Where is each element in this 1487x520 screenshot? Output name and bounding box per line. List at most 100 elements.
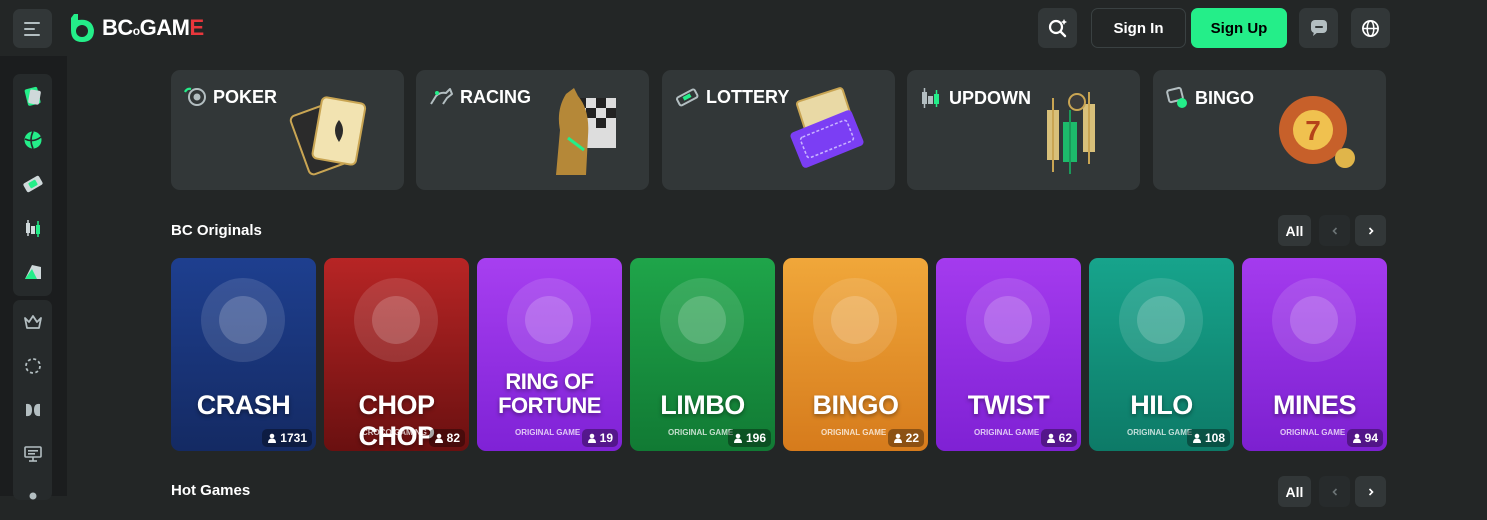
user-icon bbox=[268, 433, 277, 443]
player-count: 82 bbox=[446, 431, 460, 445]
game-art-icon bbox=[354, 278, 438, 362]
logo-text: BCoGAME bbox=[102, 15, 204, 40]
bingo-ball-art-icon: 7 bbox=[1279, 96, 1355, 168]
promo-icon bbox=[24, 265, 41, 279]
game-title: LIMBO bbox=[660, 390, 745, 420]
player-count: 108 bbox=[1204, 431, 1225, 445]
sidebar-misc-group bbox=[13, 300, 52, 500]
svg-text:7: 7 bbox=[1305, 115, 1321, 146]
category-racing[interactable]: RACING bbox=[416, 70, 649, 190]
player-count-badge: 62 bbox=[1040, 429, 1077, 447]
crown-icon bbox=[23, 315, 42, 329]
category-poker[interactable]: POKER bbox=[171, 70, 404, 190]
game-subtitle: ORIGINAL GAME bbox=[1127, 428, 1193, 437]
game-card-crash[interactable]: CRASH 1731 bbox=[171, 258, 316, 451]
bingo-icon bbox=[1166, 86, 1187, 108]
user-icon bbox=[434, 433, 443, 443]
game-title: BINGO bbox=[812, 390, 899, 420]
game-art-icon bbox=[1119, 278, 1203, 362]
section-title-hot-games: Hot Games bbox=[171, 482, 251, 499]
originals-all-button[interactable]: All bbox=[1278, 215, 1311, 246]
wheel-icon bbox=[24, 358, 41, 374]
category-bingo-label: BINGO bbox=[1165, 86, 1254, 110]
category-updown-label: UPDOWN bbox=[919, 86, 1031, 110]
language-button[interactable] bbox=[1351, 8, 1390, 48]
candlestick-icon bbox=[922, 88, 939, 108]
sidebar-item-casino[interactable] bbox=[13, 74, 52, 118]
game-card-ring-of-fortune[interactable]: RING OF FORTUNE ORIGINAL GAME 19 bbox=[477, 258, 622, 451]
user-icon bbox=[29, 492, 36, 500]
sidebar bbox=[0, 56, 67, 500]
category-label-text: RACING bbox=[460, 86, 531, 107]
category-poker-label: POKER bbox=[183, 86, 277, 108]
hot-games-prev-button[interactable] bbox=[1319, 476, 1350, 507]
game-title: RING OF FORTUNE bbox=[498, 369, 601, 418]
game-subtitle: ORIGINAL GAME bbox=[1280, 428, 1346, 437]
sign-up-button[interactable]: Sign Up bbox=[1191, 8, 1287, 48]
category-bingo[interactable]: BINGO 7 bbox=[1153, 70, 1386, 190]
chat-button[interactable] bbox=[1299, 8, 1338, 48]
sidebar-games-group bbox=[13, 74, 52, 296]
sidebar-item-more[interactable] bbox=[13, 476, 52, 520]
sidebar-item-vip[interactable] bbox=[13, 300, 52, 344]
chevron-right-icon bbox=[1368, 487, 1374, 496]
menu-toggle-button[interactable] bbox=[13, 9, 52, 48]
game-subtitle: ORIGINAL GAME bbox=[515, 428, 581, 437]
top-header: BCoGAME Sign In Sign Up bbox=[0, 0, 1487, 56]
monitor-icon bbox=[23, 446, 42, 462]
game-art-icon bbox=[966, 278, 1050, 362]
lottery-icon bbox=[22, 175, 43, 193]
game-art-icon bbox=[813, 278, 897, 362]
search-button[interactable] bbox=[1038, 8, 1077, 48]
candlestick-art-icon bbox=[1047, 92, 1095, 174]
sidebar-item-promotions[interactable] bbox=[13, 250, 52, 294]
brand-logo[interactable]: BCoGAME bbox=[68, 12, 204, 44]
sidebar-item-affiliate[interactable] bbox=[13, 388, 52, 432]
game-card-mines[interactable]: MINES ORIGINAL GAME 94 bbox=[1242, 258, 1387, 451]
game-card-bingo[interactable]: BINGO ORIGINAL GAME 22 bbox=[783, 258, 928, 451]
game-subtitle: ORIGINAL GAME bbox=[668, 428, 734, 437]
hot-games-next-button[interactable] bbox=[1355, 476, 1386, 507]
sidebar-item-updown[interactable] bbox=[13, 206, 52, 250]
user-icon bbox=[1046, 433, 1055, 443]
originals-prev-button[interactable] bbox=[1319, 215, 1350, 246]
game-card-chop-chop[interactable]: CHOP CHOP CROCO GAMING 82 bbox=[324, 258, 469, 451]
sidebar-item-lottery[interactable] bbox=[13, 162, 52, 206]
game-title: CRASH bbox=[196, 390, 291, 420]
section-title-originals: BC Originals bbox=[171, 222, 262, 239]
originals-next-button[interactable] bbox=[1355, 215, 1386, 246]
horse-icon bbox=[430, 88, 453, 105]
player-count: 196 bbox=[745, 431, 766, 445]
game-card-limbo[interactable]: LIMBO ORIGINAL GAME 196 bbox=[630, 258, 775, 451]
game-title: TWIST bbox=[967, 390, 1050, 420]
category-label-text: BINGO bbox=[1195, 87, 1255, 108]
player-count: 94 bbox=[1364, 431, 1378, 445]
logo-mark-icon bbox=[71, 14, 94, 42]
player-count-badge: 1731 bbox=[262, 429, 312, 447]
category-updown[interactable]: UPDOWN bbox=[907, 70, 1140, 190]
user-icon bbox=[587, 433, 596, 443]
player-count-badge: 94 bbox=[1346, 429, 1383, 447]
search-icon bbox=[1048, 19, 1067, 38]
sports-icon bbox=[24, 131, 41, 149]
user-icon bbox=[733, 433, 742, 443]
category-lottery[interactable]: LOTTERY bbox=[662, 70, 895, 190]
sidebar-item-spin[interactable] bbox=[13, 344, 52, 388]
game-card-hilo[interactable]: HILO ORIGINAL GAME 108 bbox=[1089, 258, 1234, 451]
game-card-twist[interactable]: TWIST ORIGINAL GAME 62 bbox=[936, 258, 1081, 451]
player-count: 1731 bbox=[280, 431, 307, 445]
sidebar-item-sports[interactable] bbox=[13, 118, 52, 162]
horse-head-art-icon bbox=[556, 88, 616, 175]
game-art-icon bbox=[201, 278, 285, 362]
handshake-icon bbox=[25, 403, 40, 417]
hot-games-all-button[interactable]: All bbox=[1278, 476, 1311, 507]
game-title: HILO bbox=[1130, 390, 1193, 420]
player-count: 19 bbox=[599, 431, 613, 445]
player-count-badge: 108 bbox=[1186, 429, 1230, 447]
chat-icon bbox=[1310, 20, 1327, 36]
user-icon bbox=[1352, 433, 1361, 443]
game-subtitle: ORIGINAL GAME bbox=[821, 428, 887, 437]
chevron-left-icon bbox=[1331, 226, 1337, 235]
sidebar-item-stream[interactable] bbox=[13, 432, 52, 476]
sign-in-button[interactable]: Sign In bbox=[1091, 8, 1186, 48]
